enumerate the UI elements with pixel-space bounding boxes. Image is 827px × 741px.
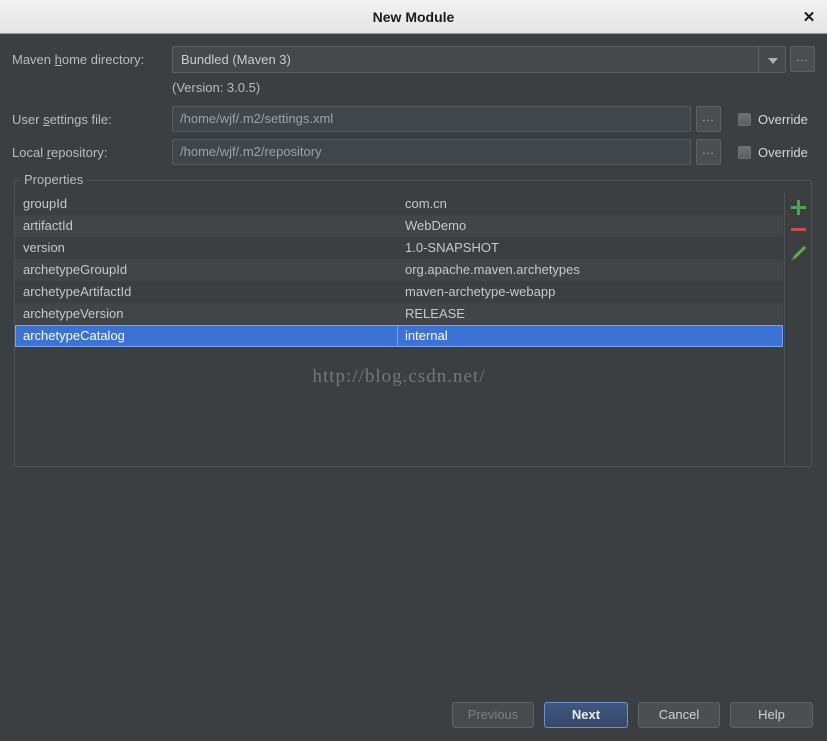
table-row[interactable]: archetypeVersion RELEASE [15,303,783,325]
property-name-cell: archetypeArtifactId [23,284,132,299]
maven-home-browse-button[interactable]: ... [790,46,815,72]
table-row[interactable]: archetypeCatalog internal [15,325,783,347]
user-settings-override-label: Override [758,112,808,127]
property-name-cell: artifactId [23,218,73,233]
previous-button[interactable]: Previous [452,702,534,728]
local-repository-label: Local repository: [12,145,108,160]
help-button[interactable]: Help [730,702,813,728]
close-icon[interactable]: ✕ [799,8,819,28]
property-value-cell: org.apache.maven.archetypes [405,262,580,277]
local-repository-input[interactable]: /home/wjf/.m2/repository [172,139,691,165]
remove-icon[interactable] [788,219,809,240]
cell-divider [397,325,398,347]
property-value-cell: com.cn [405,196,447,211]
table-row[interactable]: artifactId WebDemo [15,215,783,237]
user-settings-file-input[interactable]: /home/wjf/.m2/settings.xml [172,106,691,132]
page-title: New Module [372,9,455,25]
properties-group-title: Properties [20,172,88,187]
property-name-cell: archetypeGroupId [23,262,128,277]
property-value-cell: RELEASE [405,306,465,321]
maven-version-note: (Version: 3.0.5) [172,80,261,95]
chevron-down-icon[interactable] [758,47,785,72]
cancel-button[interactable]: Cancel [638,702,720,728]
table-row[interactable]: archetypeArtifactId maven-archetype-webap… [15,281,783,303]
user-settings-file-value: /home/wjf/.m2/settings.xml [180,111,334,126]
property-name-cell: archetypeVersion [23,306,124,321]
maven-home-directory-label: Maven home directory: [12,52,145,67]
maven-home-directory-value: Bundled (Maven 3) [181,52,291,67]
dialog-title-bar: New Module ✕ [0,0,827,34]
maven-home-directory-combo[interactable]: Bundled (Maven 3) [172,46,786,73]
property-value-cell: WebDemo [405,218,467,233]
table-row[interactable]: version 1.0-SNAPSHOT [15,237,783,259]
edit-pencil-icon[interactable] [788,243,809,264]
checkbox-icon [738,146,751,159]
table-row[interactable]: archetypeGroupId org.apache.maven.archety… [15,259,783,281]
property-value-cell: internal [405,328,448,343]
watermark-text: http://blog.csdn.net/ [312,366,486,387]
checkbox-icon [738,113,751,126]
property-value-cell: maven-archetype-webapp [405,284,556,299]
property-name-cell: groupId [23,196,68,211]
add-icon[interactable] [788,197,809,218]
properties-table[interactable]: groupId com.cn artifactId WebDemo version 1.0… [15,193,783,465]
properties-toolbar [784,193,811,465]
next-button[interactable]: Next [544,702,628,728]
user-settings-browse-button[interactable]: ... [696,106,721,132]
table-row[interactable]: groupId com.cn [15,193,783,215]
property-name-cell: version [23,240,65,255]
local-repository-value: /home/wjf/.m2/repository [180,144,322,159]
local-repository-browse-button[interactable]: ... [696,139,721,165]
local-repository-override-label: Override [758,145,808,160]
user-settings-file-label: User settings file: [12,112,112,127]
property-value-cell: 1.0-SNAPSHOT [405,240,499,255]
property-name-cell: archetypeCatalog [23,328,125,343]
